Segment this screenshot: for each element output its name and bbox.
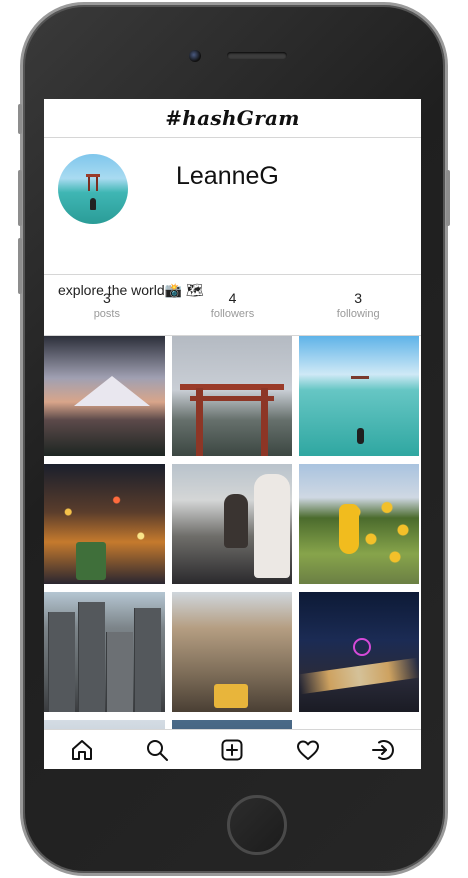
add-post-icon[interactable] <box>218 736 246 764</box>
profile-bio: explore the world📸 🗺 <box>58 282 204 298</box>
photo-thumbnail[interactable] <box>299 464 419 584</box>
photo-thumbnail[interactable] <box>172 464 292 584</box>
photo-thumbnail[interactable] <box>44 336 165 456</box>
app-header: #hashGram <box>44 99 421 138</box>
front-camera <box>189 50 201 62</box>
avatar[interactable] <box>58 154 128 224</box>
profile-username: LeanneG <box>176 162 279 190</box>
logout-icon[interactable] <box>369 736 397 764</box>
photo-thumbnail[interactable] <box>44 592 165 712</box>
earpiece-speaker <box>227 52 287 59</box>
photo-thumbnail[interactable] <box>172 336 292 456</box>
power-button <box>446 170 450 226</box>
photo-grid <box>44 336 421 730</box>
stat-following[interactable]: 3 following <box>295 289 421 321</box>
stat-following-label: following <box>336 308 380 320</box>
home-hardware-button[interactable] <box>227 795 287 855</box>
home-icon[interactable] <box>68 736 96 764</box>
silent-switch <box>18 104 22 134</box>
photo-thumbnail[interactable] <box>299 336 419 456</box>
avatar-torii-gate <box>86 174 100 191</box>
app-title: #hashGram <box>165 106 300 130</box>
photo-thumbnail[interactable] <box>299 592 419 712</box>
stat-following-count: 3 <box>354 290 363 306</box>
photo-thumbnail[interactable] <box>172 592 292 712</box>
volume-up-button <box>18 170 22 226</box>
stat-followers-label: followers <box>210 308 255 320</box>
profile-section: LeanneG explore the world📸 🗺 <box>44 138 421 298</box>
bottom-nav <box>44 729 421 769</box>
photo-thumbnail[interactable] <box>44 464 165 584</box>
heart-icon[interactable] <box>294 736 322 764</box>
app-screen: #hashGram LeanneG explore the world📸 🗺 3… <box>44 99 421 769</box>
stat-posts-label: posts <box>93 308 120 320</box>
volume-down-button <box>18 238 22 294</box>
search-icon[interactable] <box>143 736 171 764</box>
avatar-person <box>90 198 96 210</box>
